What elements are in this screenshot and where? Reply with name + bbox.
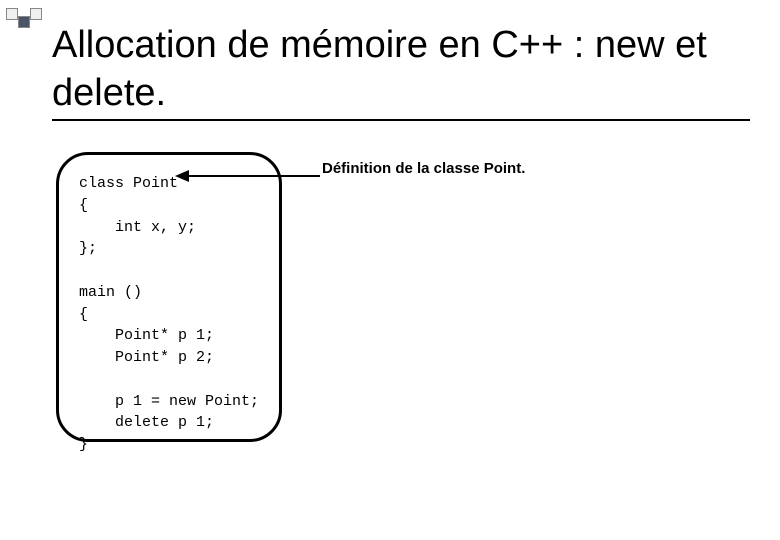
arrow-icon (175, 168, 320, 184)
slide-title: Allocation de mémoire en C++ : new et de… (52, 22, 750, 121)
code-box: class Point { int x, y; }; main () { Poi… (56, 152, 282, 442)
deco-square (30, 8, 42, 20)
code-block: class Point { int x, y; }; main () { Poi… (79, 173, 261, 456)
slide-decoration (6, 8, 42, 28)
annotation-label: Définition de la classe Point. (322, 160, 525, 177)
deco-square (6, 8, 18, 20)
deco-square (18, 16, 30, 28)
